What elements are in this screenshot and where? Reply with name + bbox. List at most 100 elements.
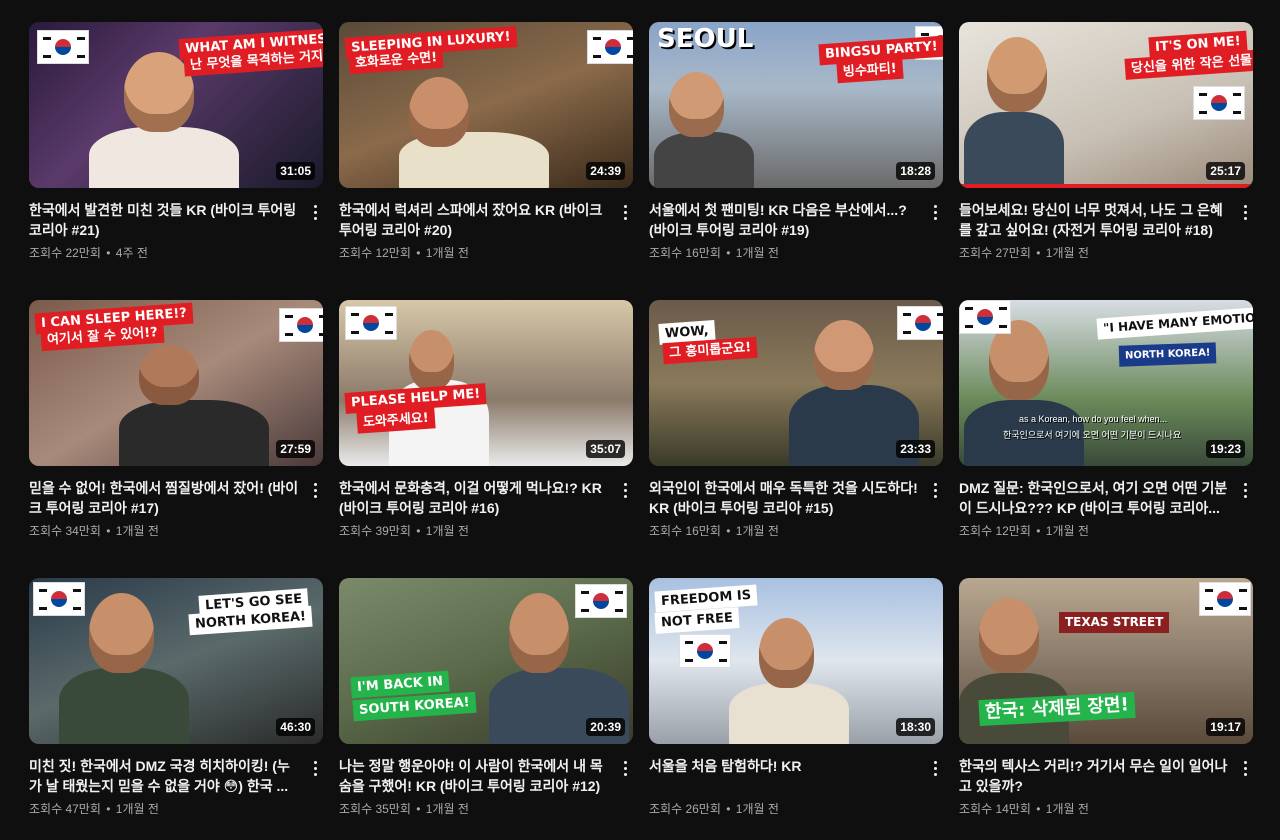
video-metadata: 조회수 27만회 • 1개월 전 [959, 244, 1089, 261]
video-thumbnail[interactable]: SLEEPING IN LUXURY! 호화로운 수면! 24:39 [339, 22, 633, 188]
person-body [119, 400, 269, 466]
video-title[interactable]: 외국인이 한국에서 매우 독특한 것을 시도하다! KR (바이크 투어링 코리… [649, 478, 919, 518]
menu-dot [623, 210, 627, 214]
video-card[interactable]: SLEEPING IN LUXURY! 호화로운 수면! 24:39 한국에서 럭셔리… [339, 22, 633, 284]
menu-dot [313, 210, 317, 214]
video-thumbnail[interactable]: WOW, 그 흥미롭군요! 23:33 [649, 300, 943, 466]
more-actions-icon[interactable] [1237, 758, 1253, 778]
video-thumbnail[interactable]: I'M BACK IN SOUTH KOREA! 20:39 [339, 578, 633, 744]
menu-dot [933, 766, 937, 770]
video-metadata: 조회수 16만회 • 1개월 전 [649, 522, 779, 539]
video-title[interactable]: DMZ 질문: 한국인으로서, 여기 오면 어떤 기분이 드시나요??? KP … [959, 478, 1229, 518]
menu-dot [933, 482, 937, 486]
person-head [409, 77, 469, 147]
video-card[interactable]: FREEDOM IS NOT FREE 18:30 서울을 처음 탐험하다! KR 조회… [649, 578, 943, 840]
menu-dot [623, 772, 627, 776]
video-title[interactable]: 한국에서 발견한 미친 것들 KR (바이크 투어링 코리아 #21) [29, 200, 299, 240]
more-actions-icon[interactable] [927, 480, 943, 500]
video-title[interactable]: 들어보세요! 당신이 너무 멋져서, 나도 그 은혜를 갚고 싶어요! (자전거… [959, 200, 1229, 240]
video-metadata: 조회수 34만회 • 1개월 전 [29, 522, 159, 539]
menu-dot [1243, 204, 1247, 208]
more-actions-icon[interactable] [617, 758, 633, 778]
more-actions-icon[interactable] [1237, 480, 1253, 500]
korea-flag-icon [679, 634, 731, 668]
menu-dot [1243, 216, 1247, 220]
video-duration: 24:39 [586, 162, 625, 180]
view-count: 조회수 14만회 [959, 802, 1031, 816]
upload-age: 4주 전 [115, 246, 148, 260]
more-actions-icon[interactable] [307, 480, 323, 500]
video-card[interactable]: "I HAVE MANY EMOTIONS" NORTH KOREA! as a K… [959, 300, 1253, 562]
video-title[interactable]: 서울을 처음 탐험하다! KR [649, 756, 919, 776]
video-card[interactable]: I'M BACK IN SOUTH KOREA! 20:39 나는 정말 행운아야! … [339, 578, 633, 840]
more-actions-icon[interactable] [307, 202, 323, 222]
menu-dot [1243, 494, 1247, 498]
video-title[interactable]: 믿을 수 없어! 한국에서 찜질방에서 잤어! (바이크 투어링 코리아 #17… [29, 478, 299, 518]
menu-dot [623, 766, 627, 770]
menu-dot [933, 210, 937, 214]
person-body [59, 668, 189, 744]
upload-age: 1개월 전 [425, 524, 469, 538]
korea-flag-icon [37, 30, 89, 64]
video-card[interactable]: WHAT AM I WITNESSING!? 난 무엇을 목격하는 거지!? 31:… [29, 22, 323, 284]
menu-dot [623, 204, 627, 208]
menu-dot [623, 760, 627, 764]
video-thumbnail[interactable]: 한국: 삭제된 장면! TEXAS STREET 19:17 [959, 578, 1253, 744]
menu-dot [313, 760, 317, 764]
person-body [654, 132, 754, 188]
video-thumbnail[interactable]: FREEDOM IS NOT FREE 18:30 [649, 578, 943, 744]
more-actions-icon[interactable] [307, 758, 323, 778]
video-card[interactable]: WOW, 그 흥미롭군요! 23:33 외국인이 한국에서 매우 독특한 것을 시도하… [649, 300, 943, 562]
menu-dot [1243, 210, 1247, 214]
more-actions-icon[interactable] [927, 202, 943, 222]
meta-separator: • [412, 524, 424, 538]
view-count: 조회수 27만회 [959, 246, 1031, 260]
person-head [669, 72, 724, 137]
video-card[interactable]: I CAN SLEEP HERE!? 여기서 잘 수 있어!? 27:59 믿을 수 … [29, 300, 323, 562]
video-title[interactable]: 서울에서 첫 팬미팅! KR 다음은 부산에서...? (바이크 투어링 코리아… [649, 200, 919, 240]
watch-progress-bar [959, 184, 1253, 188]
video-thumbnail[interactable]: I CAN SLEEP HERE!? 여기서 잘 수 있어!? 27:59 [29, 300, 323, 466]
video-card[interactable]: IT'S ON ME! 당신을 위한 작은 선물! 25:17 들어보세요! 당신이 … [959, 22, 1253, 284]
menu-dot [623, 482, 627, 486]
meta-separator: • [1032, 802, 1044, 816]
korea-flag-icon [897, 306, 943, 340]
video-thumbnail[interactable]: "I HAVE MANY EMOTIONS" NORTH KOREA! as a K… [959, 300, 1253, 466]
meta-separator: • [412, 246, 424, 260]
view-count: 조회수 39만회 [339, 524, 411, 538]
video-thumbnail[interactable]: PLEASE HELP ME! 도와주세요! 35:07 [339, 300, 633, 466]
more-actions-icon[interactable] [617, 480, 633, 500]
more-actions-icon[interactable] [1237, 202, 1253, 222]
video-metadata: 조회수 26만회 • 1개월 전 [649, 800, 779, 817]
menu-dot [313, 216, 317, 220]
video-thumbnail[interactable]: SEOUL BINGSU PARTY! 빙수파티! 18:28 [649, 22, 943, 188]
video-card[interactable]: SEOUL BINGSU PARTY! 빙수파티! 18:28 서울에서 첫 팬미팅! … [649, 22, 943, 284]
menu-dot [313, 772, 317, 776]
video-card[interactable]: PLEASE HELP ME! 도와주세요! 35:07 한국에서 문화충격, 이걸 … [339, 300, 633, 562]
video-duration: 25:17 [1206, 162, 1245, 180]
menu-dot [1243, 482, 1247, 486]
video-thumbnail[interactable]: WHAT AM I WITNESSING!? 난 무엇을 목격하는 거지!? 31:… [29, 22, 323, 188]
upload-age: 1개월 전 [425, 802, 469, 816]
video-title[interactable]: 한국의 텍사스 거리!? 거기서 무슨 일이 일어나고 있을까? [959, 756, 1229, 796]
more-actions-icon[interactable] [617, 202, 633, 222]
video-duration: 18:28 [896, 162, 935, 180]
upload-age: 1개월 전 [115, 802, 159, 816]
menu-dot [313, 482, 317, 486]
meta-separator: • [722, 524, 734, 538]
more-actions-icon[interactable] [927, 758, 943, 778]
video-title[interactable]: 나는 정말 행운아야! 이 사람이 한국에서 내 목숨을 구했어! KR (바이… [339, 756, 609, 796]
upload-age: 1개월 전 [735, 524, 779, 538]
video-thumbnail[interactable]: IT'S ON ME! 당신을 위한 작은 선물! 25:17 [959, 22, 1253, 188]
meta-separator: • [412, 802, 424, 816]
video-card[interactable]: LET'S GO SEE NORTH KOREA! 46:30 미친 짓! 한국에서 … [29, 578, 323, 840]
video-thumbnail[interactable]: LET'S GO SEE NORTH KOREA! 46:30 [29, 578, 323, 744]
video-title[interactable]: 미친 짓! 한국에서 DMZ 국경 히치하이킹! (누가 날 태웠는지 믿을 수… [29, 756, 299, 796]
menu-dot [933, 204, 937, 208]
video-card[interactable]: 한국: 삭제된 장면! TEXAS STREET 19:17 한국의 텍사스 거리!?… [959, 578, 1253, 840]
video-duration: 27:59 [276, 440, 315, 458]
person-head [509, 593, 569, 673]
korea-flag-icon [33, 582, 85, 616]
video-title[interactable]: 한국에서 럭셔리 스파에서 잤어요 KR (바이크 투어링 코리아 #20) [339, 200, 609, 240]
video-title[interactable]: 한국에서 문화충격, 이걸 어떻게 먹나요!? KR (바이크 투어링 코리아 … [339, 478, 609, 518]
